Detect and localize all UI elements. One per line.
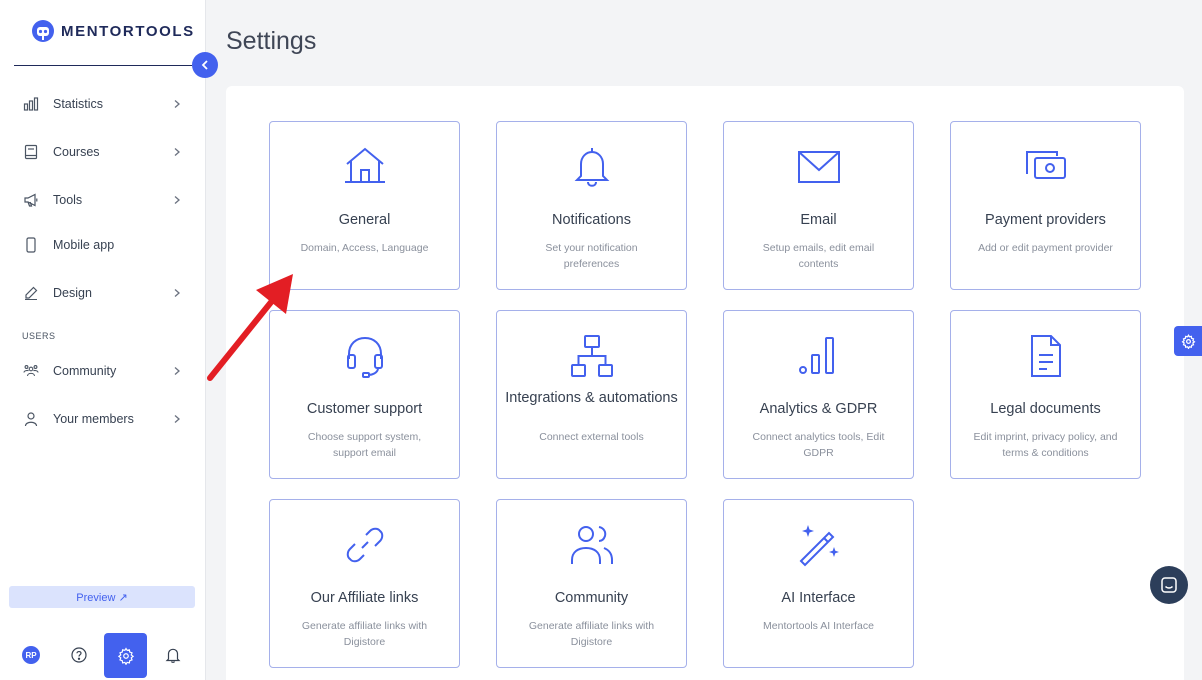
sidebar-item-design[interactable]: Design bbox=[22, 281, 184, 305]
sidebar-item-label: Design bbox=[53, 286, 92, 300]
chevron-right-icon bbox=[172, 413, 184, 425]
card-general[interactable]: General Domain, Access, Language bbox=[269, 121, 460, 290]
sidebar-bottom-bar: RP bbox=[0, 632, 206, 678]
card-title: Customer support bbox=[306, 401, 423, 417]
settings-panel: General Domain, Access, Language Notific… bbox=[226, 86, 1184, 680]
sidebar-item-statistics[interactable]: Statistics bbox=[22, 92, 184, 116]
megaphone-icon bbox=[22, 191, 40, 209]
chat-icon bbox=[1161, 577, 1177, 593]
sidebar-item-label: Your members bbox=[53, 412, 134, 426]
mobile-icon bbox=[22, 236, 40, 254]
magic-wand-icon bbox=[799, 525, 839, 567]
card-description: Generate affiliate links with Digistore bbox=[528, 620, 655, 648]
card-community[interactable]: Community Generate affiliate links with … bbox=[496, 499, 687, 668]
sidebar-item-label: Community bbox=[53, 364, 117, 378]
sidebar-item-label: Mobile app bbox=[53, 238, 115, 252]
bell-icon bbox=[574, 148, 609, 187]
card-title: Integrations & automations bbox=[505, 390, 678, 406]
logo-robot-icon bbox=[32, 20, 54, 42]
card-notifications[interactable]: Notifications Set your notification pref… bbox=[496, 121, 687, 290]
card-description: Add or edit payment provider bbox=[978, 242, 1113, 254]
card-title: Email bbox=[800, 212, 837, 228]
chevron-right-icon bbox=[172, 146, 184, 158]
sidebar-item-label: Tools bbox=[53, 193, 83, 207]
collapse-sidebar-button[interactable] bbox=[192, 52, 218, 78]
card-title: Payment providers bbox=[985, 212, 1106, 228]
chevron-right-icon bbox=[172, 287, 184, 299]
card-description: Setup emails, edit email contents bbox=[762, 242, 875, 270]
chevron-right-icon bbox=[172, 194, 184, 206]
document-icon bbox=[1030, 335, 1061, 377]
sidebar-item-community[interactable]: Community bbox=[22, 359, 184, 383]
chevron-left-icon bbox=[201, 60, 208, 70]
card-title: Our Affiliate links bbox=[310, 590, 419, 606]
cash-icon bbox=[1025, 151, 1066, 179]
preview-button[interactable]: Preview ↗ bbox=[9, 586, 195, 608]
headset-icon bbox=[346, 336, 383, 378]
section-label-users: USERS bbox=[22, 331, 56, 341]
sidebar-item-label: Statistics bbox=[53, 97, 104, 111]
card-description: Choose support system, support email bbox=[307, 431, 422, 459]
card-title: AI Interface bbox=[781, 590, 856, 606]
card-description: Connect analytics tools, Edit GDPR bbox=[752, 431, 885, 459]
logo-text: MENTORTOOLS bbox=[61, 22, 195, 40]
bar-chart-icon bbox=[22, 95, 40, 113]
card-description: Connect external tools bbox=[539, 431, 644, 443]
card-description: Mentortools AI Interface bbox=[763, 620, 874, 632]
card-customer-support[interactable]: Customer support Choose support system, … bbox=[269, 310, 460, 479]
card-affiliate-links[interactable]: Our Affiliate links Generate affiliate l… bbox=[269, 499, 460, 668]
bell-icon[interactable] bbox=[164, 646, 182, 664]
sidebar-item-your-members[interactable]: Your members bbox=[22, 407, 184, 431]
card-legal-documents[interactable]: Legal documents Edit imprint, privacy po… bbox=[950, 310, 1141, 479]
logo[interactable]: MENTORTOOLS bbox=[31, 19, 195, 43]
sidebar-item-tools[interactable]: Tools bbox=[22, 188, 184, 212]
settings-button[interactable] bbox=[104, 633, 147, 678]
chat-launcher-button[interactable] bbox=[1150, 566, 1188, 604]
card-email[interactable]: Email Setup emails, edit email contents bbox=[723, 121, 914, 290]
card-title: General bbox=[338, 212, 391, 228]
pencil-icon bbox=[22, 284, 40, 302]
gear-icon bbox=[117, 646, 134, 665]
logo-divider bbox=[14, 65, 192, 66]
sidebar-item-courses[interactable]: Courses bbox=[22, 140, 184, 164]
card-title: Community bbox=[554, 590, 629, 606]
help-icon[interactable] bbox=[70, 646, 88, 664]
home-icon bbox=[344, 147, 385, 183]
gear-icon bbox=[1181, 333, 1195, 349]
card-description: Set your notification preferences bbox=[545, 242, 638, 270]
card-payment-providers[interactable]: Payment providers Add or edit payment pr… bbox=[950, 121, 1141, 290]
sidebar-item-mobile-app[interactable]: Mobile app bbox=[22, 233, 184, 257]
card-description: Generate affiliate links with Digistore bbox=[301, 620, 428, 648]
users-icon bbox=[570, 526, 613, 564]
card-title: Analytics & GDPR bbox=[759, 401, 878, 417]
card-ai-interface[interactable]: AI Interface Mentortools AI Interface bbox=[723, 499, 914, 668]
chevron-right-icon bbox=[172, 98, 184, 110]
card-title: Legal documents bbox=[990, 401, 1101, 417]
card-integrations-automations[interactable]: Integrations & automations Connect exter… bbox=[496, 310, 687, 479]
side-settings-tab[interactable] bbox=[1174, 326, 1202, 356]
people-icon bbox=[22, 362, 40, 380]
sidebar: MENTORTOOLS Statistics Courses Tools Mob… bbox=[0, 0, 206, 680]
analytics-icon bbox=[798, 337, 834, 374]
link-icon bbox=[346, 527, 383, 563]
card-description: Edit imprint, privacy policy, and terms … bbox=[973, 431, 1118, 459]
user-icon bbox=[22, 410, 40, 428]
envelope-icon bbox=[797, 151, 840, 183]
chevron-right-icon bbox=[172, 365, 184, 377]
page-title: Settings bbox=[226, 27, 317, 55]
hierarchy-icon bbox=[570, 335, 613, 377]
card-title: Notifications bbox=[552, 212, 631, 228]
avatar[interactable]: RP bbox=[22, 646, 40, 664]
card-description: Domain, Access, Language bbox=[300, 242, 429, 254]
sidebar-item-label: Courses bbox=[53, 145, 100, 159]
book-icon bbox=[22, 143, 40, 161]
card-analytics-gdpr[interactable]: Analytics & GDPR Connect analytics tools… bbox=[723, 310, 914, 479]
